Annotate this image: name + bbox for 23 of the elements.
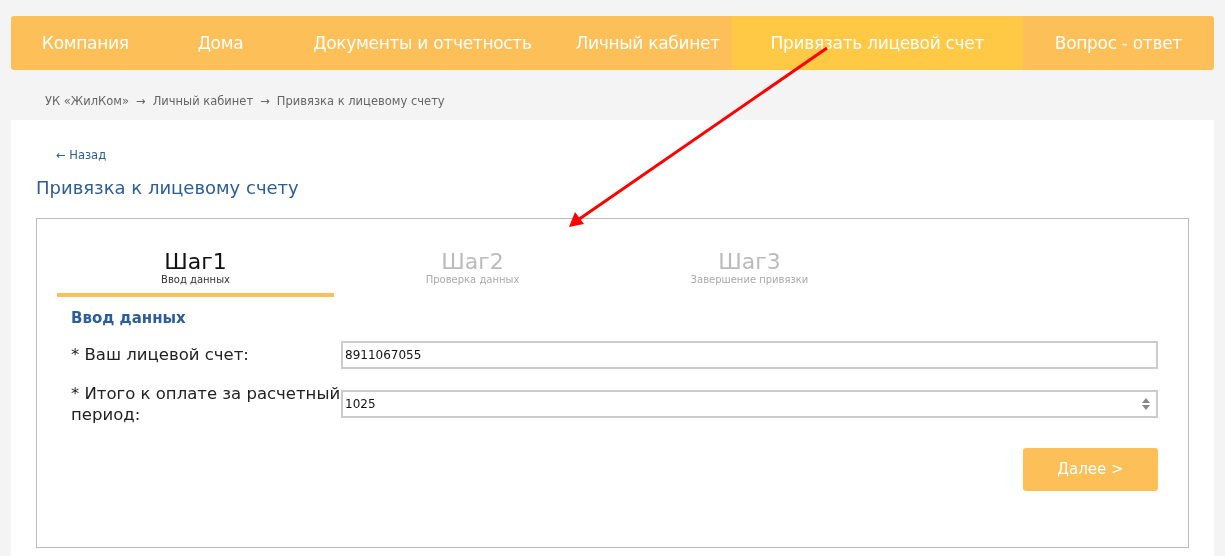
step-tab[interactable]: Шаг1 Ввод данных [57, 249, 334, 297]
step-tab[interactable]: Шаг3 Завершение привязки [611, 249, 888, 297]
breadcrumb-link[interactable]: Привязка к лицевому счету [276, 94, 445, 120]
breadcrumb-link[interactable]: Личный кабинет [152, 94, 254, 120]
nav-item[interactable]: Вопрос - ответ [1022, 16, 1214, 70]
page-heading: Привязка к лицевому счету [36, 177, 300, 198]
field-label: * Ваш лицевой счет: [70, 344, 250, 366]
next-button[interactable]: Далее > [1023, 447, 1158, 491]
nav-item[interactable]: Компания [11, 16, 160, 70]
field-label: * Итого к оплате за расчетный период: [70, 383, 341, 426]
section-title: Ввод данных [71, 309, 187, 327]
nav-item[interactable]: Дома [159, 16, 282, 70]
nav-item[interactable]: Привязать лицевой счет [731, 16, 1023, 70]
breadcrumb-link[interactable]: УК «ЖилКом» [45, 94, 129, 120]
breadcrumb-separator: → [260, 94, 270, 110]
breadcrumb-separator: → [136, 94, 146, 110]
spinner-icon[interactable] [1142, 397, 1150, 412]
input-field[interactable]: 8911067055 [341, 341, 1158, 369]
step-tab[interactable]: Шаг2 Проверка данных [334, 249, 611, 297]
nav-item[interactable]: Личный кабинет [563, 16, 732, 70]
nav-item[interactable]: Документы и отчетность [281, 16, 564, 70]
back-link[interactable]: ← Назад [56, 148, 107, 162]
input-field[interactable]: 1025 [341, 390, 1158, 419]
